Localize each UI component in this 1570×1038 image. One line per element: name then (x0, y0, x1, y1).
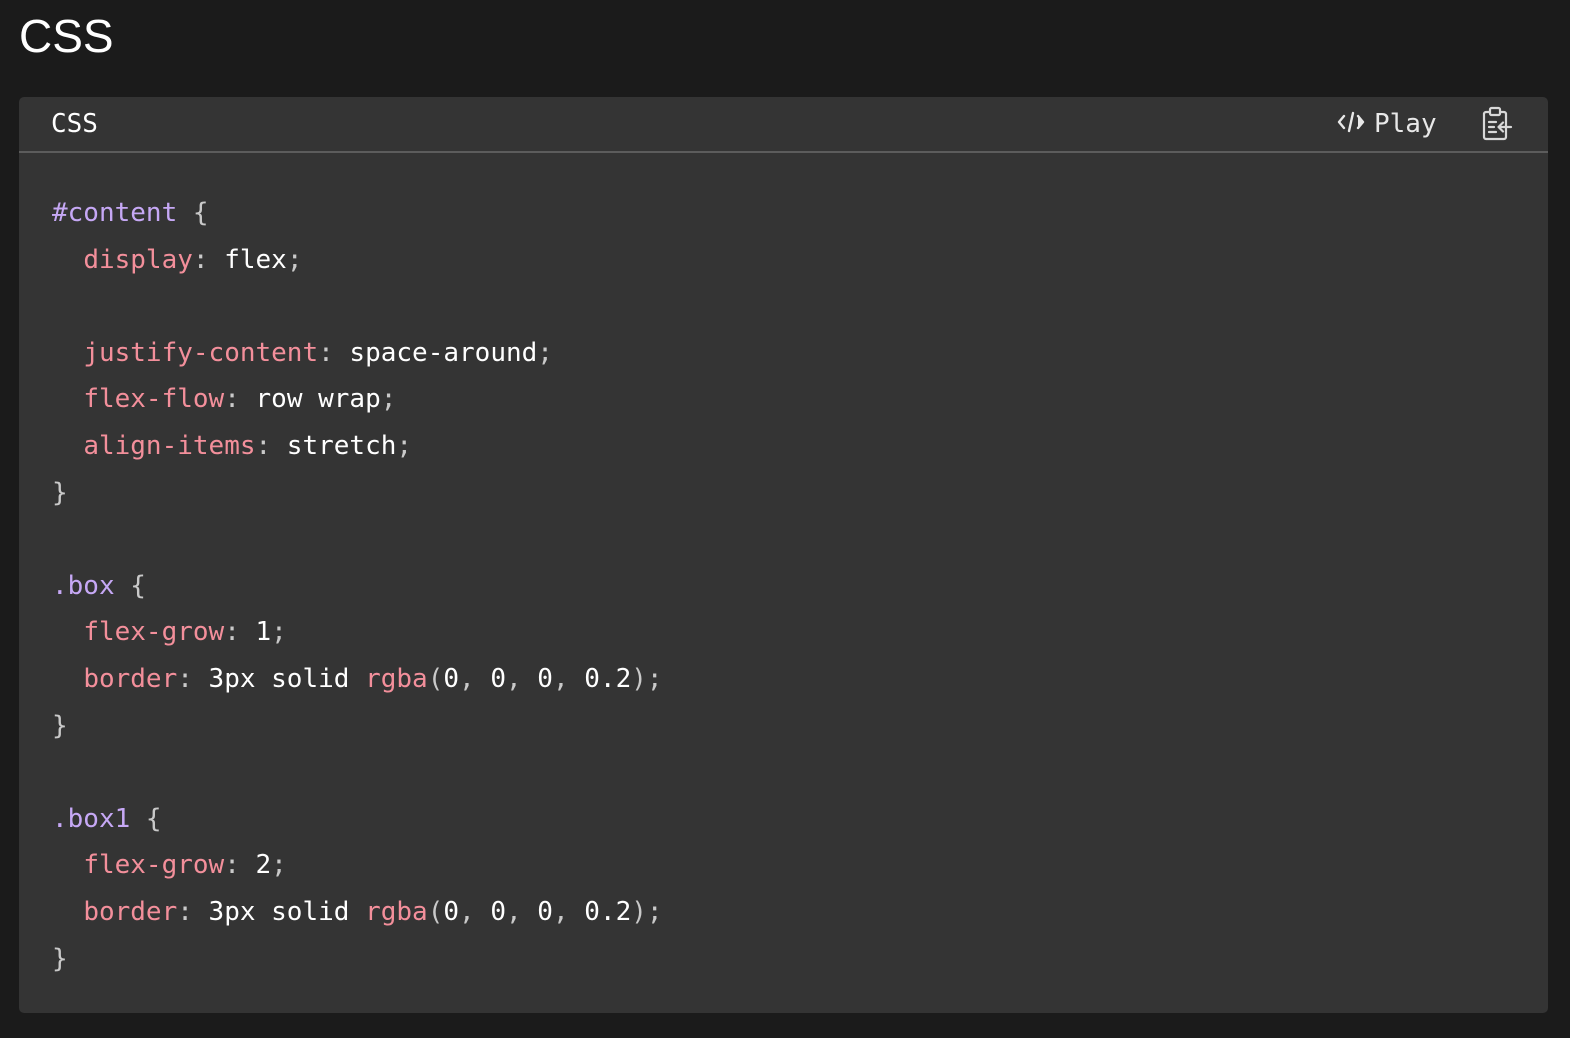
code-value (52, 384, 83, 414)
code-punctuation: : (177, 896, 193, 927)
code-line: display: flex; (52, 237, 663, 284)
code-punctuation: ); (631, 663, 663, 694)
code-property: border (83, 896, 178, 927)
code-punctuation: : (318, 337, 334, 368)
code-value: 0 (537, 896, 553, 927)
code-punctuation: ; (396, 430, 413, 461)
code-punctuation: ); (631, 896, 663, 927)
code-selector: .box1 (52, 803, 131, 834)
clipboard-copy-icon (1480, 106, 1514, 146)
code-value: 0.2 (584, 896, 632, 927)
code-listing[interactable]: #content { display: flex; justify-conten… (52, 190, 663, 982)
code-punctuation: , (552, 663, 585, 694)
code-brackets-icon (1336, 108, 1366, 141)
code-value: stretch (271, 430, 397, 461)
code-property: flex-grow (83, 850, 225, 881)
page-title: CSS (19, 10, 114, 62)
code-function: rgba (365, 896, 428, 927)
code-line: flex-flow: row wrap; (52, 376, 663, 423)
code-value: 3px solid (192, 896, 366, 927)
code-selector: #content (52, 198, 178, 228)
code-example-panel: CSS Play #content {display: flex; justi… (19, 97, 1548, 1013)
code-line: } (52, 936, 663, 983)
code-punctuation: : (224, 384, 240, 415)
code-function: rgba (365, 663, 428, 694)
code-line: border: 3px solid rgba(0, 0, 0, 0.2); (52, 889, 663, 936)
code-line: flex-grow: 1; (52, 609, 663, 656)
code-value (52, 664, 83, 694)
code-punctuation: : (192, 244, 209, 275)
code-value (52, 338, 83, 368)
code-line: border: 3px solid rgba(0, 0, 0, 0.2); (52, 656, 663, 703)
code-header: CSS Play (19, 97, 1548, 153)
code-line: flex-grow: 2; (52, 842, 663, 889)
code-punctuation: ; (537, 337, 553, 368)
code-value: 0 (443, 896, 460, 927)
code-punctuation: } (52, 710, 68, 741)
code-punctuation: { (114, 570, 146, 601)
code-punctuation: : (255, 430, 272, 461)
code-line: align-items: stretch; (52, 423, 663, 470)
code-value: 2 (239, 850, 272, 881)
code-punctuation: ( (427, 896, 444, 927)
code-punctuation: , (505, 896, 538, 927)
code-line: justify-content: space-around; (52, 330, 663, 377)
code-property: justify-content (83, 337, 319, 368)
code-line: .box { (52, 563, 663, 610)
code-line: #content { (52, 190, 663, 237)
code-property: align-items (83, 430, 256, 461)
code-punctuation: } (52, 477, 68, 508)
code-value (52, 897, 83, 927)
code-property: flex-flow (83, 384, 225, 415)
play-button[interactable]: Play (1336, 105, 1437, 143)
code-line: .box1 { (52, 796, 663, 843)
code-property: border (83, 663, 178, 694)
code-value (52, 617, 83, 647)
code-punctuation: ; (271, 850, 287, 881)
code-value (52, 850, 83, 880)
code-value: 0 (443, 663, 460, 694)
code-value: 0 (490, 663, 506, 694)
code-punctuation: : (224, 617, 240, 648)
code-value: flex (208, 244, 287, 275)
code-value: 3px solid (192, 663, 366, 694)
code-line: } (52, 703, 663, 750)
code-value: 1 (239, 617, 272, 648)
code-punctuation: : (177, 663, 193, 694)
code-value: 0 (537, 663, 553, 694)
code-value (52, 431, 83, 461)
code-punctuation: ; (380, 384, 397, 415)
code-value: space-around (333, 337, 538, 368)
code-punctuation: , (459, 663, 491, 694)
code-value (52, 245, 83, 275)
code-line: } (52, 470, 663, 517)
code-value: 0.2 (584, 663, 632, 694)
play-label: Play (1374, 109, 1437, 139)
language-label: CSS (51, 109, 98, 139)
code-punctuation: } (52, 943, 68, 974)
code-value: row wrap (239, 384, 381, 415)
code-punctuation: : (224, 850, 240, 881)
code-property: display (83, 244, 193, 275)
code-punctuation: , (505, 663, 538, 694)
code-punctuation: , (459, 896, 491, 927)
copy-to-clipboard-button[interactable] (1480, 106, 1514, 142)
code-selector: .box (52, 570, 115, 601)
code-punctuation: ( (427, 663, 444, 694)
code-punctuation: ; (271, 617, 287, 648)
code-punctuation: ; (286, 244, 303, 275)
code-value: 0 (490, 896, 506, 927)
code-punctuation: { (130, 803, 162, 834)
code-punctuation: , (552, 896, 585, 927)
code-punctuation: { (177, 198, 209, 228)
code-property: flex-grow (83, 617, 225, 648)
